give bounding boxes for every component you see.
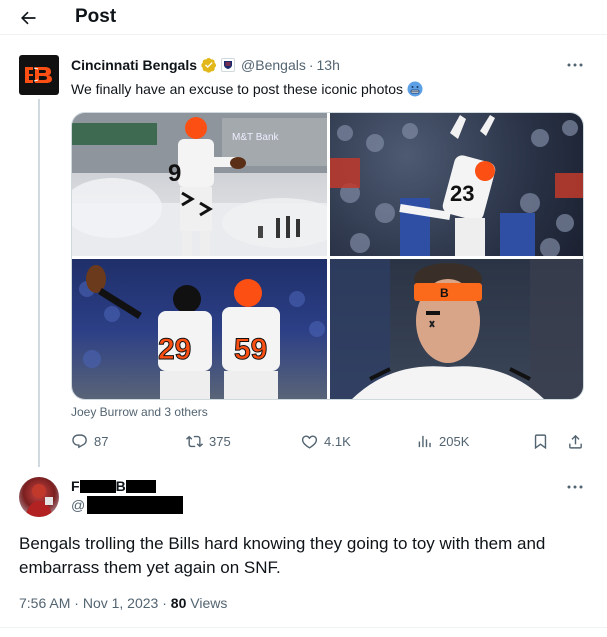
photo-players-celebrating[interactable]: 29 59 — [72, 259, 327, 399]
jersey-number-29: 29 — [158, 333, 191, 366]
bottom-divider — [0, 627, 607, 628]
separator-dot: · — [74, 595, 79, 611]
person-icon — [25, 484, 53, 517]
reply-handle-prefix: @ — [71, 497, 86, 513]
bookmark-button[interactable] — [532, 433, 555, 450]
tagged-users-label[interactable]: Joey Burrow and 3 others — [71, 405, 208, 419]
reply-author-handle[interactable]: @ — [71, 496, 184, 514]
grimacing-emoji-icon — [407, 81, 423, 97]
reply-text: Bengals trolling the Bills hard knowing … — [19, 534, 546, 577]
tweet-author-row: Cincinnati Bengals @Bengals · 13h — [71, 56, 340, 74]
photo-catch-crowd[interactable]: 23 — [330, 113, 583, 256]
redaction-bar — [79, 479, 116, 493]
photo-quarterback-snow[interactable]: M&T Bank 9 — [72, 113, 327, 256]
reply-meta: 7:56 AM · Nov 1, 2023 · 80 Views — [19, 595, 227, 611]
stadium-banner-text: M&T Bank — [232, 132, 279, 143]
views-button[interactable]: 205K — [416, 433, 469, 450]
header-divider — [0, 34, 607, 35]
reply-icon — [72, 434, 87, 449]
headband-logo-text: B — [440, 286, 449, 300]
repost-button[interactable]: 375 — [186, 433, 231, 450]
more-icon — [567, 485, 583, 489]
reply-more-options-button[interactable] — [563, 478, 587, 496]
photo-2-illustration: 23 — [330, 115, 583, 256]
jersey-number-23: 23 — [450, 181, 474, 206]
photo-3-illustration: 29 59 — [79, 265, 325, 399]
affiliate-badge-icon[interactable] — [221, 58, 236, 72]
repost-count: 375 — [209, 434, 231, 449]
separator-dot: · — [162, 595, 167, 611]
tweet-body: We finally have an excuse to post these … — [71, 81, 404, 97]
share-icon — [569, 434, 582, 449]
reply-view-count: 80 — [170, 595, 187, 611]
tweet-text: We finally have an excuse to post these … — [71, 80, 423, 98]
reply-date[interactable]: Nov 1, 2023 — [83, 595, 159, 611]
bengals-logo-icon — [22, 64, 56, 86]
like-count: 4.1K — [324, 434, 351, 449]
photo-4-illustration: B — [330, 259, 583, 399]
redaction-bar — [125, 479, 156, 493]
reply-author-name[interactable]: F B — [71, 478, 156, 494]
verified-badge-icon[interactable] — [201, 57, 217, 73]
reply-time[interactable]: 7:56 AM — [19, 595, 70, 611]
reply-author-avatar[interactable] — [19, 477, 59, 517]
photo-1-illustration: M&T Bank 9 — [72, 113, 327, 256]
media-grid: M&T Bank 9 23 29 59 B — [71, 112, 584, 400]
top-bar: Post — [0, 0, 607, 34]
author-handle[interactable]: @Bengals — [241, 57, 306, 73]
back-button[interactable] — [14, 4, 42, 32]
photo-player-closeup[interactable]: B — [330, 259, 583, 399]
like-icon — [301, 435, 318, 449]
more-icon — [567, 63, 583, 67]
thread-connector — [38, 99, 40, 467]
share-button[interactable] — [567, 433, 590, 450]
reply-button[interactable]: 87 — [71, 433, 108, 450]
views-icon — [418, 435, 431, 448]
jersey-number-9: 9 — [168, 160, 181, 187]
more-options-button[interactable] — [563, 56, 587, 74]
like-button[interactable]: 4.1K — [301, 433, 351, 450]
redaction-bar — [87, 496, 184, 514]
reply-name-initial: F — [71, 478, 80, 494]
jersey-number-59: 59 — [234, 333, 267, 366]
reply-name-mid: B — [115, 478, 126, 494]
tweet-action-bar: 87 375 4.1K 205K — [71, 433, 584, 453]
separator-dot: · — [308, 57, 314, 73]
bookmark-icon — [534, 434, 547, 450]
views-count: 205K — [439, 434, 470, 449]
reply-views-label: Views — [190, 595, 228, 611]
repost-icon — [186, 435, 203, 448]
author-display-name[interactable]: Cincinnati Bengals — [71, 57, 197, 73]
tagged-users[interactable]: Joey Burrow and 3 others — [71, 405, 208, 419]
bengals-avatar[interactable] — [19, 55, 59, 95]
back-arrow-icon — [21, 11, 36, 25]
reply-count: 87 — [94, 434, 109, 449]
tweet-timestamp[interactable]: 13h — [317, 57, 340, 73]
page-title: Post — [75, 6, 117, 27]
